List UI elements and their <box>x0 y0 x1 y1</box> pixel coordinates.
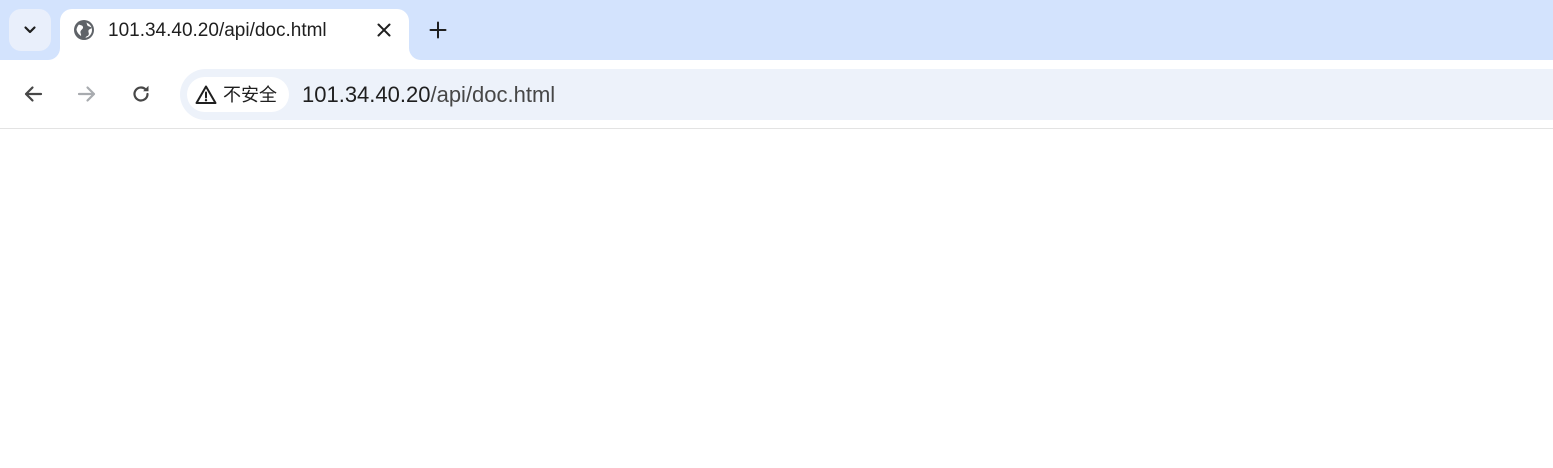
active-tab[interactable]: 101.34.40.20/api/doc.html <box>60 9 409 60</box>
url-path: /api/doc.html <box>430 82 556 107</box>
browser-window: 101.34.40.20/api/doc.html 不安全 101.34.40.… <box>0 0 1553 468</box>
new-tab-button[interactable] <box>422 14 454 46</box>
security-indicator[interactable]: 不安全 <box>187 77 289 112</box>
tab-close-button[interactable] <box>372 18 396 42</box>
back-button[interactable] <box>15 76 51 112</box>
tab-title: 101.34.40.20/api/doc.html <box>108 20 327 41</box>
forward-button[interactable] <box>69 76 105 112</box>
url-host: 101.34.40.20 <box>302 82 431 107</box>
reload-icon <box>133 85 149 102</box>
url-text[interactable]: 101.34.40.20/api/doc.html <box>302 82 555 108</box>
arrow-right-icon <box>77 86 96 102</box>
address-bar[interactable]: 不安全 101.34.40.20/api/doc.html <box>180 69 1553 120</box>
tab-strip: 101.34.40.20/api/doc.html <box>0 0 1553 60</box>
arrow-left-icon <box>24 86 43 102</box>
close-icon <box>377 23 391 37</box>
plus-icon <box>429 21 447 39</box>
security-label: 不安全 <box>223 84 277 105</box>
toolbar: 不安全 101.34.40.20/api/doc.html <box>0 60 1553 129</box>
tab-search-button[interactable] <box>9 9 51 51</box>
warning-triangle-icon <box>195 84 217 106</box>
globe-icon <box>74 20 94 40</box>
page-content <box>0 130 1553 468</box>
reload-button[interactable] <box>123 76 159 112</box>
chevron-down-icon <box>24 26 36 34</box>
